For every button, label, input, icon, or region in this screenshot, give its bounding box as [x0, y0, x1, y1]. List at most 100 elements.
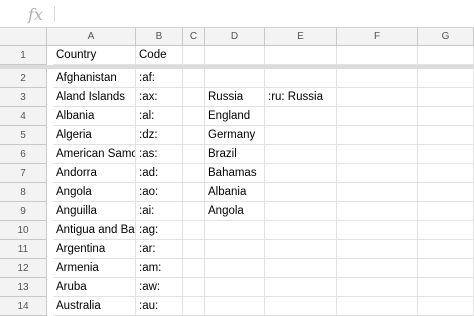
cell-c14[interactable]	[183, 297, 205, 316]
row-header-10[interactable]: 10	[0, 221, 47, 240]
cell-d3[interactable]: Russia	[205, 88, 265, 107]
cell-c2[interactable]	[183, 69, 205, 88]
row-header-11[interactable]: 11	[0, 240, 47, 259]
cell-a8[interactable]: Angola	[53, 183, 136, 202]
cell-f7[interactable]	[337, 164, 418, 183]
cell-b10[interactable]: :ag:	[136, 221, 183, 240]
cell-f14[interactable]	[337, 297, 418, 316]
row-header-3[interactable]: 3	[0, 88, 47, 107]
cell-e9[interactable]	[265, 202, 337, 221]
row-header-1[interactable]: 1	[0, 46, 47, 65]
column-header-g[interactable]: G	[418, 28, 474, 46]
cell-d10[interactable]	[205, 221, 265, 240]
cell-c5[interactable]	[183, 126, 205, 145]
cell-b12[interactable]: :am:	[136, 259, 183, 278]
cell-b4[interactable]: :al:	[136, 107, 183, 126]
cell-c10[interactable]	[183, 221, 205, 240]
cell-a6[interactable]: American Samoa	[53, 145, 136, 164]
cell-d12[interactable]	[205, 259, 265, 278]
cell-g5[interactable]	[418, 126, 474, 145]
cell-b3[interactable]: :ax:	[136, 88, 183, 107]
row-header-13[interactable]: 13	[0, 278, 47, 297]
cell-a10[interactable]: Antigua and Barb	[53, 221, 136, 240]
cell-c9[interactable]	[183, 202, 205, 221]
cell-e6[interactable]	[265, 145, 337, 164]
cell-b8[interactable]: :ao:	[136, 183, 183, 202]
cell-b7[interactable]: :ad:	[136, 164, 183, 183]
cell-g14[interactable]	[418, 297, 474, 316]
cell-b2[interactable]: :af:	[136, 69, 183, 88]
formula-input[interactable]	[60, 5, 464, 25]
cell-e12[interactable]	[265, 259, 337, 278]
row-header-5[interactable]: 5	[0, 126, 47, 145]
cell-a3[interactable]: Aland Islands	[53, 88, 136, 107]
cell-e2[interactable]	[265, 69, 337, 88]
cell-c12[interactable]	[183, 259, 205, 278]
column-header-d[interactable]: D	[205, 28, 265, 46]
cell-d13[interactable]	[205, 278, 265, 297]
cell-a7[interactable]: Andorra	[53, 164, 136, 183]
cell-b9[interactable]: :ai:	[136, 202, 183, 221]
cell-f3[interactable]	[337, 88, 418, 107]
cell-a4[interactable]: Albania	[53, 107, 136, 126]
cell-g6[interactable]	[418, 145, 474, 164]
cell-b14[interactable]: :au:	[136, 297, 183, 316]
cell-a14[interactable]: Australia	[53, 297, 136, 316]
cell-d2[interactable]	[205, 69, 265, 88]
row-header-8[interactable]: 8	[0, 183, 47, 202]
column-header-c[interactable]: C	[183, 28, 205, 46]
cell-d1[interactable]	[205, 46, 265, 65]
cell-e14[interactable]	[265, 297, 337, 316]
cell-f2[interactable]	[337, 69, 418, 88]
cell-e8[interactable]	[265, 183, 337, 202]
cell-a2[interactable]: Afghanistan	[53, 69, 136, 88]
cell-d9[interactable]: Angola	[205, 202, 265, 221]
cell-g8[interactable]	[418, 183, 474, 202]
cell-g13[interactable]	[418, 278, 474, 297]
select-all-corner[interactable]	[0, 28, 47, 46]
row-header-2[interactable]: 2	[0, 69, 47, 88]
cell-g9[interactable]	[418, 202, 474, 221]
cell-d8[interactable]: Albania	[205, 183, 265, 202]
cell-b1[interactable]: Code	[136, 46, 183, 65]
cell-a12[interactable]: Armenia	[53, 259, 136, 278]
column-header-b[interactable]: B	[136, 28, 183, 46]
row-header-12[interactable]: 12	[0, 259, 47, 278]
cell-c3[interactable]	[183, 88, 205, 107]
column-header-f[interactable]: F	[337, 28, 418, 46]
cell-b11[interactable]: :ar:	[136, 240, 183, 259]
cell-a5[interactable]: Algeria	[53, 126, 136, 145]
cell-a1[interactable]: Country	[53, 46, 136, 65]
cell-a13[interactable]: Aruba	[53, 278, 136, 297]
column-header-e[interactable]: E	[265, 28, 337, 46]
cell-f12[interactable]	[337, 259, 418, 278]
cell-f4[interactable]	[337, 107, 418, 126]
cell-d11[interactable]	[205, 240, 265, 259]
cell-a9[interactable]: Anguilla	[53, 202, 136, 221]
cell-e5[interactable]	[265, 126, 337, 145]
cell-e3[interactable]: :ru: Russia	[265, 88, 337, 107]
cell-g2[interactable]	[418, 69, 474, 88]
row-header-6[interactable]: 6	[0, 145, 47, 164]
cell-g4[interactable]	[418, 107, 474, 126]
cell-f1[interactable]	[337, 46, 418, 65]
cell-f11[interactable]	[337, 240, 418, 259]
cell-c1[interactable]	[183, 46, 205, 65]
cell-e7[interactable]	[265, 164, 337, 183]
cell-g11[interactable]	[418, 240, 474, 259]
cell-a11[interactable]: Argentina	[53, 240, 136, 259]
cell-c4[interactable]	[183, 107, 205, 126]
cell-b13[interactable]: :aw:	[136, 278, 183, 297]
row-header-9[interactable]: 9	[0, 202, 47, 221]
cell-g7[interactable]	[418, 164, 474, 183]
cell-g1[interactable]	[418, 46, 474, 65]
cell-b5[interactable]: :dz:	[136, 126, 183, 145]
cell-f10[interactable]	[337, 221, 418, 240]
cell-e10[interactable]	[265, 221, 337, 240]
cell-c6[interactable]	[183, 145, 205, 164]
cell-b6[interactable]: :as:	[136, 145, 183, 164]
cell-e1[interactable]	[265, 46, 337, 65]
cell-e4[interactable]	[265, 107, 337, 126]
cell-g12[interactable]	[418, 259, 474, 278]
cell-e11[interactable]	[265, 240, 337, 259]
